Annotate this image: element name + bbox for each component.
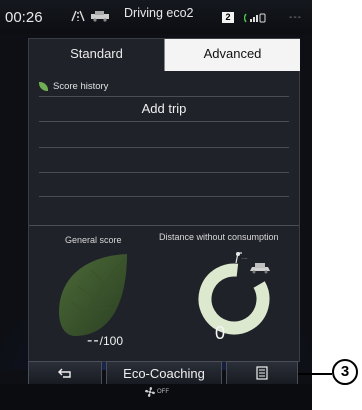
divider (39, 147, 289, 148)
tab-advanced[interactable]: Advanced (164, 39, 300, 71)
distance-gauge: .... (198, 252, 270, 335)
score-history-label: Score history (53, 81, 109, 92)
status-icons-right: 2 (222, 11, 266, 23)
climate-status: OFF (157, 389, 169, 395)
fan-icon (145, 387, 155, 397)
device-screen: 00:26 Driving eco2 2 --- Standard Advanc… (0, 0, 312, 410)
status-icons-left (70, 10, 110, 22)
climate-control[interactable]: OFF (144, 386, 169, 398)
back-arrow-icon (57, 368, 71, 378)
score-placeholder: -- (87, 332, 100, 349)
car-service-icon (91, 11, 109, 22)
eco-coaching-button[interactable]: Eco-Coaching (105, 361, 223, 385)
signal-icon (244, 13, 266, 23)
callout-line (298, 373, 332, 375)
divider (39, 96, 289, 97)
add-trip-button[interactable]: Add trip (29, 101, 299, 116)
score-history-legend: Score history (39, 81, 108, 92)
general-score-leaf-icon (59, 254, 127, 336)
general-score-value: --/100 (87, 332, 123, 350)
callout-number: 3 (332, 359, 358, 385)
status-bar: 00:26 Driving eco2 2 --- (0, 0, 312, 34)
road-icon (71, 10, 85, 22)
notification-badge: 2 (222, 11, 234, 23)
status-indicator: --- (289, 12, 302, 23)
eco-driving-panel: Standard Advanced Score history Add trip… (28, 38, 300, 362)
tab-standard[interactable]: Standard (29, 39, 164, 71)
distance-value: 0 (215, 323, 226, 343)
general-score-label: General score (65, 235, 122, 245)
back-button[interactable] (28, 361, 102, 385)
divider (39, 172, 289, 173)
bottom-toolbar: Eco-Coaching (28, 361, 298, 385)
divider (39, 121, 289, 122)
score-max: /100 (99, 334, 124, 348)
menu-button[interactable] (226, 361, 298, 385)
menu-icon (256, 366, 268, 380)
divider (39, 196, 289, 197)
distance-label: Distance without consumption (159, 232, 279, 242)
screen-title: Driving eco2 (124, 6, 194, 20)
leaf-icon (39, 82, 48, 91)
svg-text:....: .... (242, 255, 248, 261)
section-divider (29, 225, 299, 226)
clock: 00:26 (5, 9, 43, 26)
